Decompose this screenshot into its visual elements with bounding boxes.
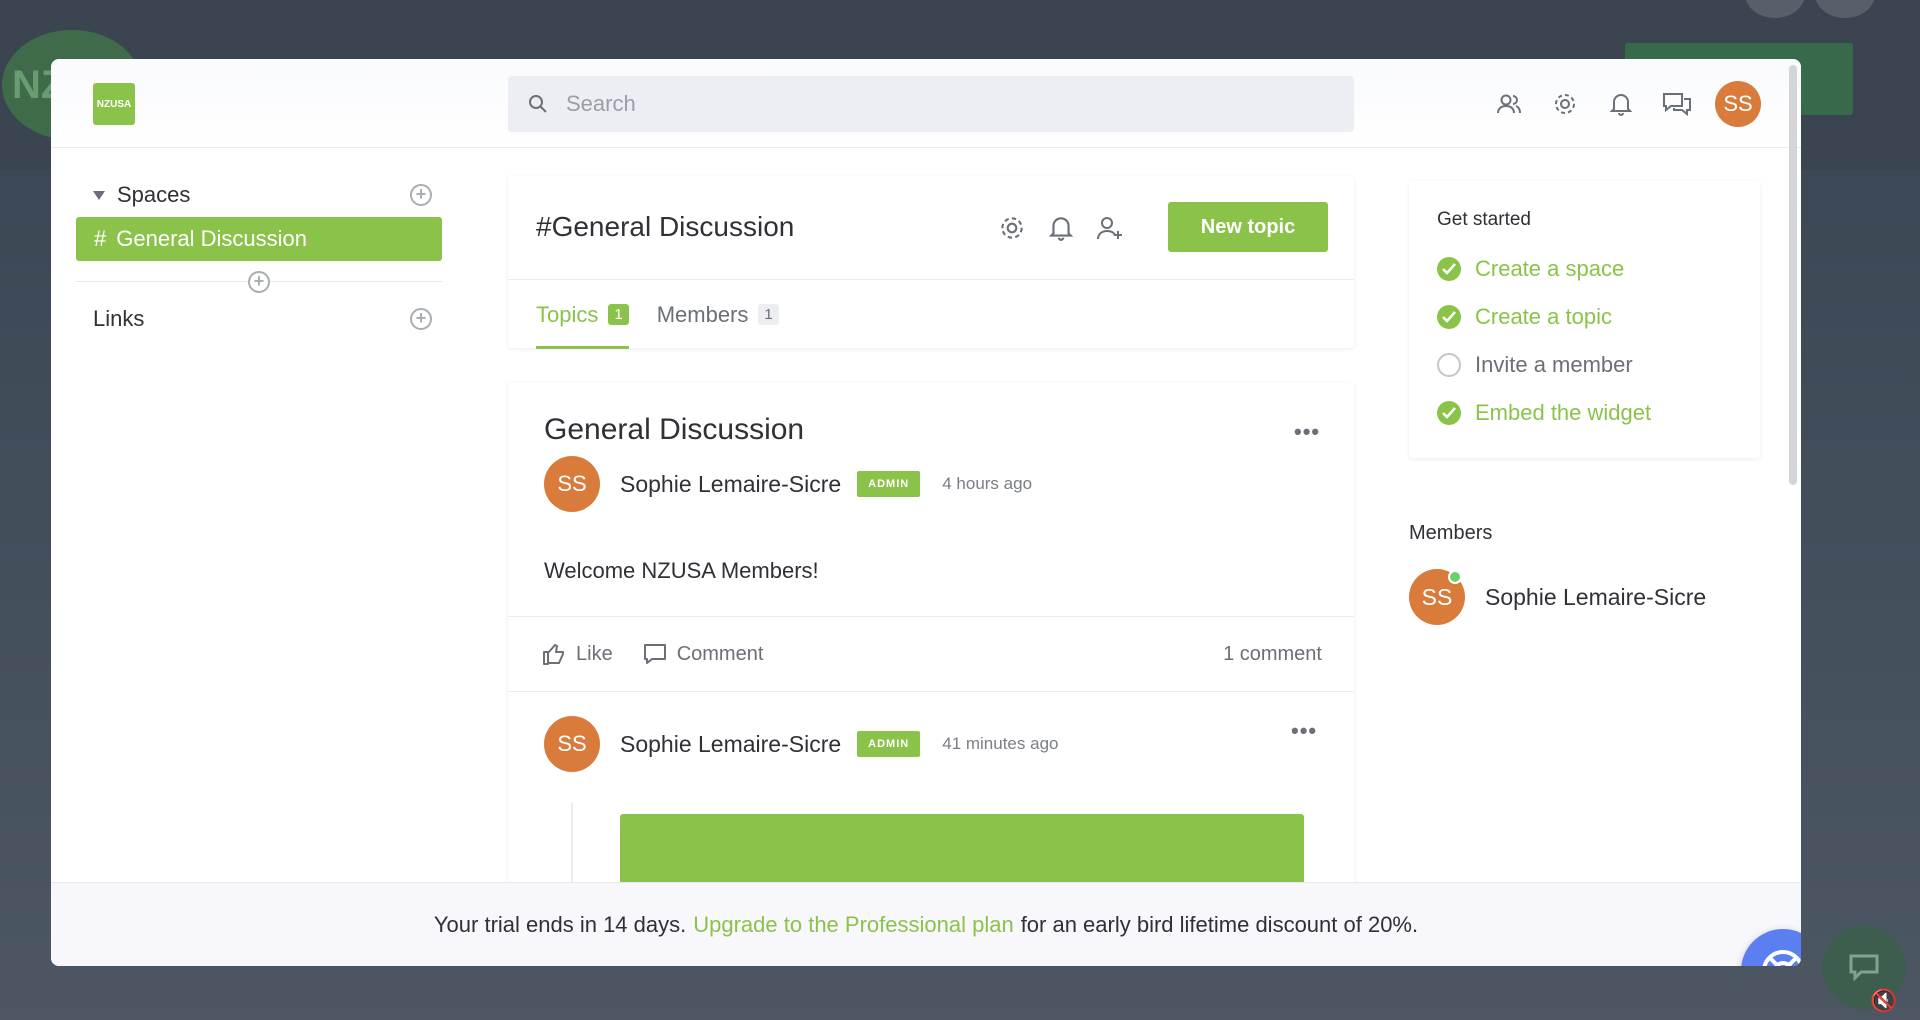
- avatar[interactable]: SS: [1409, 569, 1465, 625]
- new-topic-button[interactable]: New topic: [1168, 202, 1328, 252]
- checklist-item-create-space[interactable]: Create a space: [1437, 245, 1732, 293]
- admin-badge: ADMIN: [857, 731, 921, 757]
- post-actions: Like Comment 1 comment: [508, 616, 1354, 692]
- avatar[interactable]: SS: [544, 716, 600, 772]
- admin-badge: ADMIN: [857, 471, 921, 497]
- check-icon: [1437, 257, 1461, 281]
- tab-label: Members: [656, 301, 749, 327]
- top-bar: NZUSA SS: [51, 59, 1801, 148]
- like-button[interactable]: Like: [542, 642, 613, 666]
- chat-bubbles-icon[interactable]: [1659, 86, 1695, 122]
- get-started-card: Get started Create a space Create a topi…: [1409, 181, 1760, 458]
- comment-icon: [643, 644, 666, 664]
- sidebar-item-general-discussion[interactable]: # General Discussion: [76, 217, 442, 261]
- trial-text: Your trial ends in 14 days.: [433, 911, 687, 937]
- thumbs-up-icon: [543, 644, 564, 665]
- post-time: 4 hours ago: [942, 474, 1033, 493]
- spaces-label: Spaces: [117, 182, 191, 207]
- check-icon: [1437, 401, 1461, 425]
- scrollbar[interactable]: [1789, 65, 1797, 485]
- bell-icon[interactable]: [1048, 214, 1074, 247]
- tab-label: Topics: [536, 301, 599, 327]
- tab-topics[interactable]: Topics 1: [536, 280, 629, 349]
- space-label: General Discussion: [116, 226, 307, 251]
- hash-icon: #: [94, 226, 107, 251]
- post-body: Welcome NZUSA Members!: [544, 558, 819, 583]
- checklist-label: Create a space: [1475, 256, 1625, 281]
- tab-members[interactable]: Members 1: [657, 280, 779, 349]
- search-bar[interactable]: [508, 76, 1354, 132]
- comment-count-link[interactable]: 1 comment: [1223, 643, 1322, 666]
- channel-icons: [998, 214, 1124, 247]
- sidebar: Spaces + # General Discussion + Links +: [76, 177, 442, 337]
- add-user-icon[interactable]: [1096, 214, 1124, 247]
- post-author[interactable]: Sophie Lemaire-Sicre: [620, 731, 841, 758]
- comment-button[interactable]: Comment: [643, 642, 764, 666]
- trial-discount-text: for an early bird lifetime discount of 2…: [1020, 911, 1419, 937]
- like-label: Like: [576, 642, 613, 665]
- topic-card: General Discussion ••• SS Sophie Lemaire…: [508, 383, 1354, 943]
- links-header[interactable]: Links +: [76, 301, 442, 337]
- links-label: Links: [93, 306, 145, 331]
- members-title: Members: [1409, 522, 1493, 544]
- user-avatar[interactable]: SS: [1715, 81, 1761, 127]
- app-logo[interactable]: NZUSA: [93, 83, 135, 125]
- empty-circle-icon: [1437, 353, 1461, 377]
- space-divider: +: [76, 261, 442, 301]
- checklist-item-embed-widget[interactable]: Embed the widget: [1437, 389, 1732, 437]
- more-options-icon[interactable]: •••: [1294, 419, 1320, 445]
- topics-count-badge: 1: [608, 304, 629, 325]
- add-link-icon[interactable]: +: [410, 308, 432, 330]
- gear-icon[interactable]: [1547, 86, 1583, 122]
- trial-banner: Your trial ends in 14 days. Upgrade to t…: [51, 882, 1801, 966]
- lifebuoy-icon: [1762, 950, 1801, 966]
- checklist-item-create-topic[interactable]: Create a topic: [1437, 293, 1732, 341]
- more-options-icon[interactable]: •••: [1291, 718, 1317, 744]
- search-input[interactable]: [566, 91, 1266, 117]
- channel-header-card: #General Discussion New topic Topics 1 M…: [508, 176, 1354, 349]
- chevron-down-icon[interactable]: [93, 190, 105, 200]
- spaces-header[interactable]: Spaces +: [76, 177, 442, 213]
- community-modal: NZUSA SS Spaces + # Ge: [51, 59, 1801, 966]
- add-space-icon[interactable]: +: [410, 184, 432, 206]
- top-icons: SS: [1491, 81, 1761, 127]
- mute-icon: 🔇: [1870, 988, 1898, 1013]
- bell-icon[interactable]: [1603, 86, 1639, 122]
- online-status-dot: [1448, 570, 1462, 584]
- gear-icon[interactable]: [998, 214, 1026, 247]
- upgrade-link[interactable]: Upgrade to the Professional plan: [693, 912, 1013, 938]
- comment-label: Comment: [676, 642, 764, 665]
- member-name[interactable]: Sophie Lemaire-Sicre: [1485, 584, 1706, 611]
- channel-tabs: Topics 1 Members 1: [508, 279, 1354, 349]
- add-section-icon[interactable]: +: [248, 271, 270, 293]
- get-started-title: Get started: [1437, 209, 1531, 230]
- checklist-item-invite-member[interactable]: Invite a member: [1437, 341, 1732, 389]
- post-header: SS Sophie Lemaire-Sicre ADMIN 4 hours ag…: [544, 456, 1032, 512]
- post-header: SS Sophie Lemaire-Sicre ADMIN 41 minutes…: [544, 716, 1058, 772]
- member-item[interactable]: SS Sophie Lemaire-Sicre: [1409, 569, 1706, 625]
- topic-title: General Discussion: [544, 413, 805, 446]
- members-count-badge: 1: [758, 304, 779, 325]
- channel-title: #General Discussion: [536, 211, 795, 242]
- avatar[interactable]: SS: [544, 456, 600, 512]
- checklist-label: Create a topic: [1475, 304, 1612, 329]
- post-author[interactable]: Sophie Lemaire-Sicre: [620, 471, 841, 498]
- check-icon: [1437, 305, 1461, 329]
- checklist-label: Embed the widget: [1475, 400, 1652, 425]
- members-icon[interactable]: [1491, 86, 1527, 122]
- search-icon: [529, 95, 547, 113]
- checklist-label: Invite a member: [1475, 352, 1633, 377]
- post-time: 41 minutes ago: [942, 734, 1059, 753]
